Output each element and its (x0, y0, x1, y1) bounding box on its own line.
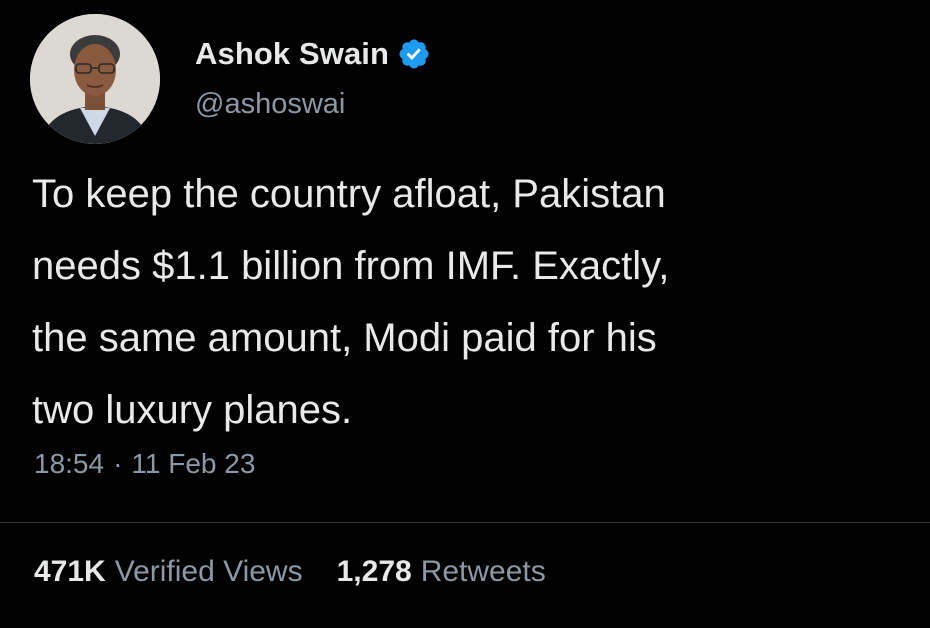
divider (0, 522, 930, 523)
tweet-timestamp: 18:54 · 11 Feb 23 (34, 448, 255, 480)
meta-separator: · (113, 448, 123, 479)
retweets-stat[interactable]: 1,278 Retweets (337, 555, 546, 589)
tweet-date[interactable]: 11 Feb 23 (131, 448, 255, 480)
tweet-header: Ashok Swain @ashoswai (30, 14, 910, 144)
views-stat[interactable]: 471K Verified Views (34, 555, 303, 589)
tweet-card: Ashok Swain @ashoswai To keep the countr… (0, 0, 930, 628)
author-info: Ashok Swain @ashoswai (195, 34, 431, 121)
author-handle[interactable]: @ashoswai (195, 88, 431, 121)
views-count: 471K (34, 555, 106, 588)
retweets-label: Retweets (420, 555, 546, 588)
views-label: Verified Views (114, 555, 303, 588)
tweet-stats: 471K Verified Views 1,278 Retweets (34, 555, 580, 589)
avatar-photo-icon (30, 14, 160, 144)
tweet-text: To keep the country afloat, Pakistan nee… (32, 172, 670, 432)
retweets-count: 1,278 (336, 555, 412, 588)
tweet-time[interactable]: 18:54 (34, 448, 104, 480)
name-row: Ashok Swain (195, 34, 431, 74)
verified-badge-icon (397, 37, 431, 71)
avatar[interactable] (30, 14, 160, 144)
author-display-name[interactable]: Ashok Swain (195, 36, 389, 72)
